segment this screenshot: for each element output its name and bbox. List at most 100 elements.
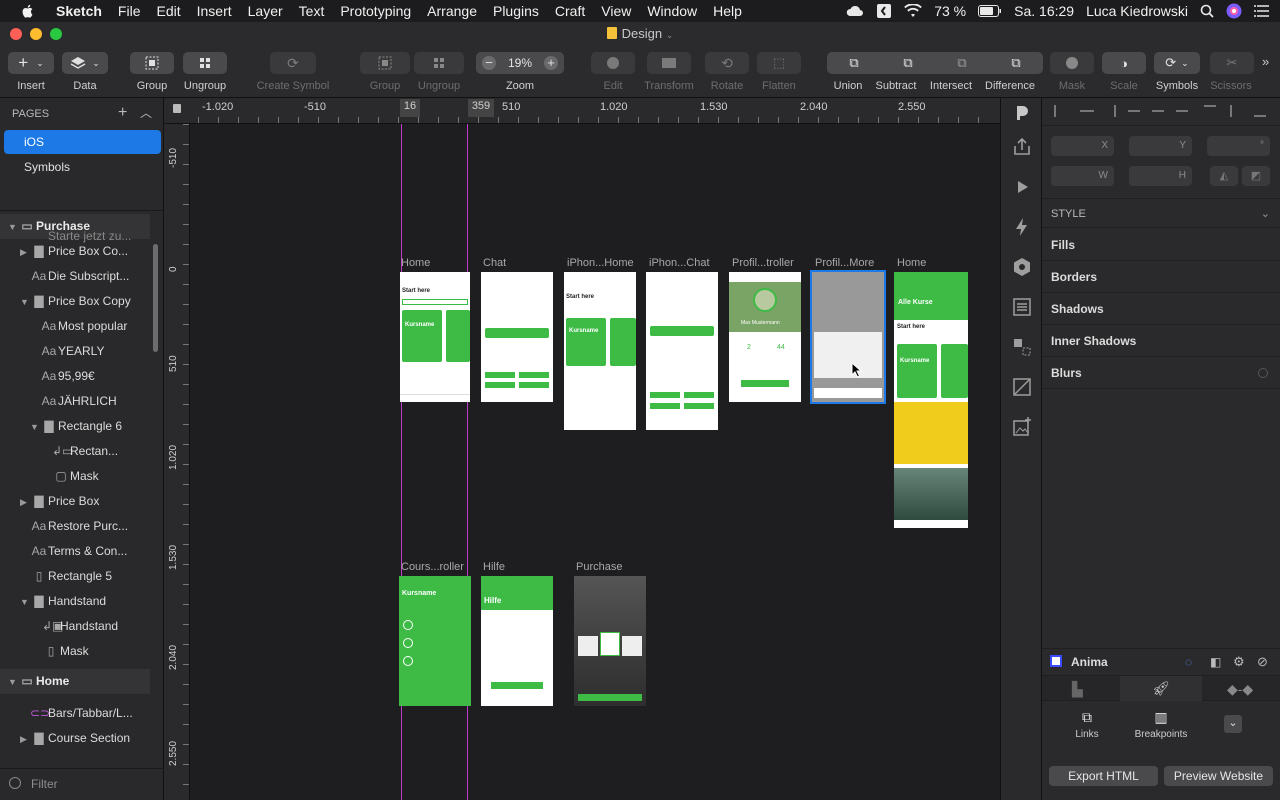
anima-tab-rocket-icon[interactable]: 🚀︎: [1120, 676, 1202, 701]
disclosure-down-icon[interactable]: ▼: [20, 590, 30, 614]
align-top-icon[interactable]: [1128, 110, 1140, 112]
align-center-icon[interactable]: [1080, 110, 1094, 112]
prototype-icon[interactable]: [1011, 102, 1033, 124]
export-icon[interactable]: [1011, 136, 1033, 158]
artboard-chat[interactable]: [481, 272, 553, 402]
blurs-section[interactable]: Blurs: [1042, 357, 1280, 389]
disclosure-down-icon[interactable]: ▼: [20, 290, 30, 314]
symbols-button[interactable]: ⟳ ⌄: [1154, 52, 1200, 74]
x-field[interactable]: X: [1051, 136, 1114, 156]
cloud-icon[interactable]: [846, 4, 864, 18]
page-item-ios[interactable]: iOS: [4, 130, 161, 154]
lock-guides-icon[interactable]: [173, 104, 181, 113]
menu-insert[interactable]: Insert: [189, 3, 240, 19]
menu-text[interactable]: Text: [291, 3, 333, 19]
filter-input[interactable]: Filter: [31, 777, 58, 791]
layer-item[interactable]: ↲▣Handstand: [0, 614, 150, 639]
anima-tab-layout-icon[interactable]: ▙: [1072, 681, 1083, 698]
add-image-icon[interactable]: [1011, 416, 1033, 438]
layer-item[interactable]: ↲▭Rectan...: [0, 439, 150, 464]
layer-item[interactable]: ▶ ▇ Price Box: [0, 489, 150, 514]
export-html-button[interactable]: Export HTML: [1049, 766, 1158, 786]
shadows-section[interactable]: Shadows: [1042, 293, 1280, 325]
menu-help[interactable]: Help: [705, 3, 750, 19]
menu-file[interactable]: File: [110, 3, 149, 19]
anima-more-button[interactable]: ⌄: [1224, 715, 1242, 733]
anima-sidebar-icon[interactable]: ◧: [1210, 655, 1221, 669]
align-top-edge-icon[interactable]: [1204, 105, 1216, 117]
intersect-icon[interactable]: ⧉: [935, 55, 989, 71]
artboard-home-tall[interactable]: Alle Kurse Start here Kursname: [894, 272, 968, 528]
toolbar-overflow-icon[interactable]: »: [1262, 54, 1269, 69]
transform-button[interactable]: [647, 52, 691, 74]
disclosure-down-icon[interactable]: ▼: [8, 670, 18, 694]
layer-item[interactable]: ▶ ▇ Course Section: [0, 726, 150, 751]
group-button[interactable]: [130, 52, 174, 74]
layer-item[interactable]: ⊂⊃Bars/Tabbar/L...: [0, 701, 150, 726]
mask-button[interactable]: [1050, 52, 1094, 74]
artboard-label[interactable]: Profil...More: [815, 257, 874, 269]
layer-scrollbar[interactable]: [153, 244, 158, 352]
page-item-symbols[interactable]: Symbols: [4, 155, 161, 179]
breakpoints-button[interactable]: ▥ Breakpoints: [1127, 709, 1195, 745]
data-button[interactable]: ⌄: [62, 52, 108, 74]
artboard-label[interactable]: Hilfe: [483, 561, 505, 573]
control-center-icon[interactable]: [1254, 4, 1270, 18]
sidebar-toggle-icon[interactable]: [876, 3, 892, 19]
create-symbol-button[interactable]: ⟳: [270, 52, 316, 74]
menu-view[interactable]: View: [593, 3, 639, 19]
artboard-label[interactable]: Cours...roller: [401, 561, 464, 573]
layer-item[interactable]: ▯ Mask: [0, 639, 150, 664]
layer-item[interactable]: ▢ Mask: [0, 464, 150, 489]
window-title[interactable]: Design ⌄: [0, 26, 1280, 41]
zoom-control[interactable]: − 19% +: [476, 52, 564, 74]
layer-item[interactable]: Aa Restore Purc...: [0, 514, 150, 539]
inner-shadows-section[interactable]: Inner Shadows: [1042, 325, 1280, 357]
edit-button[interactable]: [591, 52, 635, 74]
blur-toggle-icon[interactable]: [1258, 368, 1268, 378]
insert-button[interactable]: + ⌄: [8, 52, 54, 74]
layer-item[interactable]: ▶ ▇ Price Box Co...: [0, 239, 150, 264]
spotlight-search-icon[interactable]: [1200, 4, 1214, 18]
flip-vertical-button[interactable]: ◩: [1242, 166, 1270, 186]
collapse-pages-icon[interactable]: ︿: [140, 104, 152, 121]
layer-item[interactable]: Aa Most popular: [0, 314, 150, 339]
layer-item[interactable]: ▼ ▇ Price Box Copy: [0, 289, 150, 314]
artboard-profile-controller[interactable]: Max Mustermann 2 44: [729, 272, 801, 402]
layer-item[interactable]: Aa YEARLY: [0, 339, 150, 364]
datetime[interactable]: Sa. 16:29: [1014, 3, 1074, 19]
anima-tab-link-icon[interactable]: ◆-◆: [1227, 681, 1253, 698]
subtract-icon[interactable]: ⧉: [881, 55, 935, 71]
artboard-label[interactable]: Chat: [483, 257, 506, 269]
disclosure-down-icon[interactable]: ▼: [30, 415, 40, 439]
flip-horizontal-button[interactable]: ◭: [1210, 166, 1238, 186]
zoom-in-icon[interactable]: +: [544, 56, 558, 70]
disclosure-right-icon[interactable]: ▶: [20, 490, 30, 514]
battery-icon[interactable]: [978, 5, 1002, 17]
layer-item[interactable]: ▼ ▇ Handstand: [0, 589, 150, 614]
rotation-field[interactable]: °: [1207, 136, 1270, 156]
links-button[interactable]: ⧉ Links: [1062, 709, 1112, 745]
ungroup-button[interactable]: [183, 52, 227, 74]
align-middle-icon[interactable]: [1152, 110, 1164, 112]
layer-item[interactable]: Aa Die Subscript...: [0, 264, 150, 289]
siri-icon[interactable]: [1226, 3, 1242, 19]
artboard-profile-more[interactable]: [810, 270, 886, 404]
align-right-icon[interactable]: [1104, 105, 1116, 117]
ungroup-alt-button[interactable]: [414, 52, 464, 74]
artboard-iphone-chat[interactable]: [646, 272, 718, 430]
layout-list-icon[interactable]: [1011, 296, 1033, 318]
lightning-icon[interactable]: [1011, 216, 1033, 238]
artboard-iphone-home[interactable]: Start here Kursname: [564, 272, 636, 430]
artboard-label[interactable]: Purchase: [576, 561, 622, 573]
menu-layer[interactable]: Layer: [240, 3, 291, 19]
flatten-button[interactable]: ⬚: [757, 52, 801, 74]
width-field[interactable]: W: [1051, 166, 1114, 186]
layer-item[interactable]: ▯ Rectangle 5: [0, 564, 150, 589]
image-crop-icon[interactable]: [1011, 376, 1033, 398]
zoom-out-icon[interactable]: −: [482, 56, 496, 70]
anima-settings-icon[interactable]: ⚙: [1233, 654, 1245, 670]
scissors-button[interactable]: ✂: [1210, 52, 1254, 74]
disclosure-right-icon[interactable]: ▶: [20, 240, 30, 264]
component-icon[interactable]: [1011, 336, 1033, 358]
